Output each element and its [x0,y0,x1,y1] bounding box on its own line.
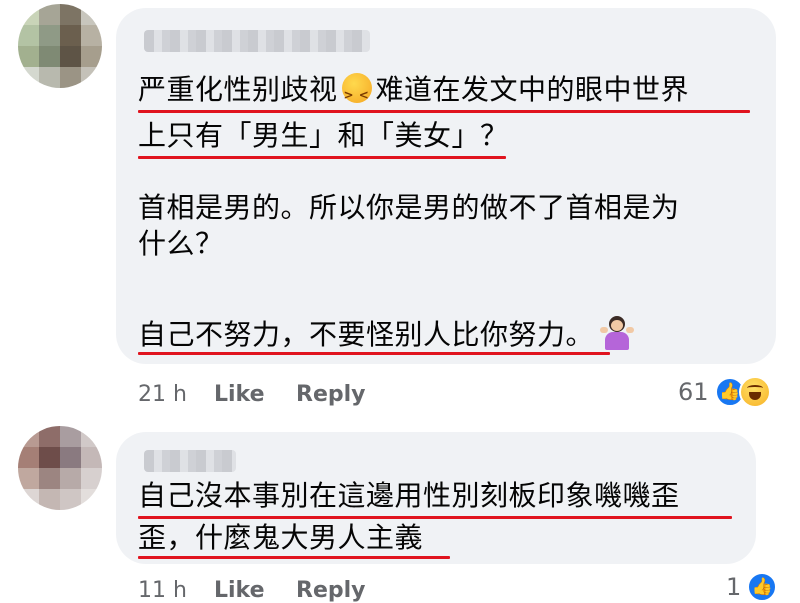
comment-text-line: 上只有「男生」和「美女」？ [138,119,509,152]
comment-text-line: 什么？ [138,227,224,260]
comment-text-line: 严重化性别歧视难道在发文中的眼中世界 [138,72,689,113]
comment-text-line: 首相是男的。所以你是男的做不了首相是为 [138,191,680,224]
comment-bubble: 自己沒本事別在這邊用性別刻板印象嘰嘰歪 歪，什麼鬼大男人主義 [116,432,756,564]
haha-icon [738,376,771,408]
commenter-avatar[interactable] [18,426,102,510]
like-link[interactable]: Like [214,382,265,407]
person-shrugging-emoji-icon [600,316,635,350]
reaction-count: 1 [726,573,742,601]
red-underline [138,352,610,355]
persevering-face-emoji-icon [341,73,372,113]
reaction-summary[interactable]: 1 👍 [726,572,778,602]
commenter-avatar[interactable] [18,4,102,88]
comment-bubble: 严重化性别歧视难道在发文中的眼中世界 上只有「男生」和「美女」？ 首相是男的。所… [116,8,776,364]
comment-text-line: 自己沒本事別在這邊用性別刻板印象嘰嘰歪 [138,479,680,512]
reply-link[interactable]: Reply [296,382,366,407]
red-underline [138,110,750,113]
red-underline [138,156,506,159]
red-underline [138,556,450,559]
like-link[interactable]: Like [214,578,265,603]
like-icon: 👍 [747,572,778,602]
reaction-count: 61 [678,378,709,406]
comment-text-line: 歪，什麼鬼大男人主義 [138,521,424,554]
commenter-name-blurred[interactable] [144,450,236,472]
comment-timestamp[interactable]: 11 h [138,578,187,603]
reply-link[interactable]: Reply [296,578,366,603]
comment-text-line: 自己不努力，不要怪别人比你努力。 [138,316,635,353]
comment-timestamp[interactable]: 21 h [138,382,187,407]
reaction-summary[interactable]: 61 👍 [678,376,771,408]
commenter-name-blurred[interactable] [144,30,370,52]
red-underline [138,516,732,519]
